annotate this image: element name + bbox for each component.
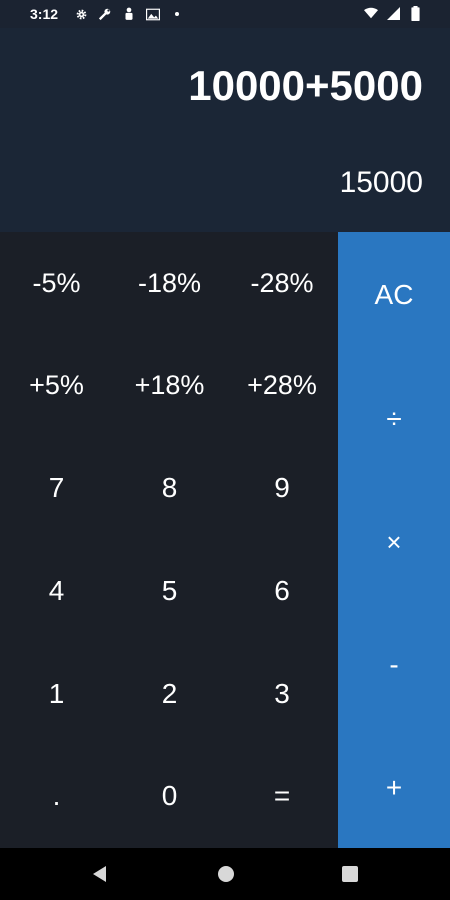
navigation-bar (0, 848, 450, 900)
add-button[interactable]: + (338, 753, 450, 823)
decimal-point-button[interactable]: . (0, 745, 113, 848)
digit-0-button[interactable]: 0 (113, 745, 226, 848)
back-icon[interactable] (90, 864, 110, 884)
operator-column: AC ÷ × - + (338, 232, 450, 848)
status-icons-right (364, 5, 422, 21)
recents-icon[interactable] (340, 864, 360, 884)
image-icon (146, 7, 161, 21)
digit-2-button[interactable]: 2 (113, 642, 226, 745)
plus-28-percent-button[interactable]: +28% (226, 335, 338, 438)
calculator-display: 10000+5000 15000 (0, 28, 450, 232)
digit-7-button[interactable]: 7 (0, 437, 113, 540)
equals-button[interactable]: = (226, 745, 338, 848)
battery-icon (408, 5, 422, 21)
status-icons-left (74, 7, 184, 21)
minus-5-percent-button[interactable]: -5% (0, 232, 113, 335)
digit-9-button[interactable]: 9 (226, 437, 338, 540)
all-clear-button[interactable]: AC (338, 260, 450, 330)
result-text: 15000 (339, 166, 423, 199)
expression-text: 10000+5000 (188, 62, 423, 109)
wrench-icon (98, 7, 112, 21)
person-icon (122, 7, 136, 21)
minus-28-percent-button[interactable]: -28% (226, 232, 338, 335)
wifi-icon (364, 6, 378, 20)
plus-5-percent-button[interactable]: +5% (0, 335, 113, 438)
keypad: -5% -18% -28% +5% +18% +28% 7 8 9 4 5 6 … (0, 232, 338, 848)
digit-4-button[interactable]: 4 (0, 540, 113, 643)
gear-icon (74, 7, 88, 21)
multiply-button[interactable]: × (338, 507, 450, 577)
digit-5-button[interactable]: 5 (113, 540, 226, 643)
status-bar: 3:12 (0, 0, 450, 28)
divide-button[interactable]: ÷ (338, 384, 450, 454)
status-time: 3:12 (30, 6, 59, 22)
plus-18-percent-button[interactable]: +18% (113, 335, 226, 438)
digit-3-button[interactable]: 3 (226, 642, 338, 745)
minus-18-percent-button[interactable]: -18% (113, 232, 226, 335)
digit-8-button[interactable]: 8 (113, 437, 226, 540)
digit-1-button[interactable]: 1 (0, 642, 113, 745)
digit-6-button[interactable]: 6 (226, 540, 338, 643)
home-icon[interactable] (216, 864, 236, 884)
subtract-button[interactable]: - (338, 630, 450, 700)
dot-icon (170, 7, 184, 21)
signal-icon (386, 6, 400, 20)
